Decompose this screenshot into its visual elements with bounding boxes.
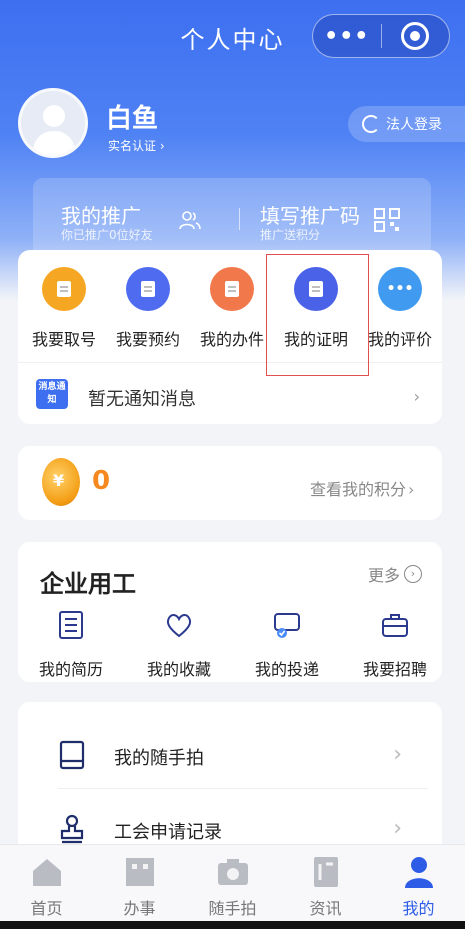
refresh-icon [362, 115, 380, 133]
ticket-icon [42, 267, 86, 311]
coin-icon: ¥ [42, 458, 80, 506]
user-name: 白鱼 [106, 104, 159, 134]
points-card: ¥ 0 查看我的积分 › [18, 446, 442, 520]
promotion-divider [239, 208, 240, 230]
list-item-label: 我的随手拍 [114, 748, 204, 769]
delivery-icon [274, 613, 300, 638]
coin-symbol: ¥ [53, 471, 65, 490]
heart-icon [166, 614, 192, 638]
chevron-right-icon: › [393, 742, 402, 767]
avatar-body-icon [33, 131, 75, 155]
tablet-icon [59, 740, 85, 770]
comment-icon: ••• [378, 267, 422, 311]
bottom-tab-bar: 首页 办事 随手拍 资讯 我的 [0, 844, 465, 929]
camera-icon [217, 859, 248, 885]
service-label: 我要预约 [115, 330, 180, 349]
enterprise-item-label: 我的收藏 [146, 660, 211, 679]
service-my-cases[interactable]: 我的办件 [190, 250, 274, 360]
message-notice-icon: 消息通知 [36, 379, 68, 409]
delivery-item[interactable]: 我的投递 [242, 610, 332, 680]
tab-label: 随手拍 [208, 899, 257, 918]
view-points-link[interactable]: 查看我的积分 [310, 476, 410, 504]
tab-home[interactable]: 首页 [0, 845, 93, 929]
tab-snapshot[interactable]: 随手拍 [186, 845, 279, 929]
services-card: 我要取号 我要预约 我的办件 我的证明 ••• 我的评价 消息通知 暂无通知消息… [18, 250, 442, 424]
notification-row[interactable]: 消息通知 暂无通知消息 › [18, 362, 442, 422]
home-icon [32, 859, 61, 886]
resume-item[interactable]: 我的简历 [26, 610, 116, 680]
my-promotion-title[interactable]: 我的推广 [61, 200, 141, 229]
stamp-icon [60, 814, 84, 844]
corporate-login-button[interactable]: 法人登录 [348, 106, 465, 142]
service-my-reviews[interactable]: ••• 我的评价 [358, 250, 442, 360]
office-icon [125, 858, 154, 886]
service-appointment[interactable]: 我要预约 [106, 250, 190, 360]
points-value: 0 [92, 466, 111, 496]
list-item-label: 工会申请记录 [114, 822, 222, 843]
service-label: 我要取号 [31, 330, 96, 349]
system-bottom-bar [0, 921, 465, 929]
tab-mine[interactable]: 我的 [372, 845, 465, 929]
enterprise-title: 企业用工 [40, 570, 136, 598]
enterprise-employment-card: 企业用工 更多 › 我的简历 我的收藏 我的投递 我要招聘 [18, 542, 442, 682]
enter-promo-code-title[interactable]: 填写推广码 [260, 200, 360, 229]
tab-label: 资讯 [309, 899, 342, 918]
service-label: 我的办件 [199, 330, 264, 349]
favorites-item[interactable]: 我的收藏 [134, 610, 224, 680]
my-promotion-subtitle: 你已推广0位好友 [61, 228, 153, 242]
calendar-icon [126, 267, 170, 311]
enter-promo-code-subtitle: 推广送积分 [260, 228, 321, 242]
briefcase-icon [382, 614, 408, 637]
chevron-right-icon: › [413, 387, 420, 406]
close-target-icon [401, 22, 430, 50]
resume-icon [59, 611, 83, 639]
my-snapshots-row[interactable]: 我的随手拍 › [18, 718, 442, 790]
notification-text: 暂无通知消息 [88, 389, 196, 410]
service-take-number[interactable]: 我要取号 [22, 250, 106, 360]
document-icon [210, 267, 254, 311]
recruitment-item[interactable]: 我要招聘 [350, 610, 440, 680]
tab-office[interactable]: 办事 [93, 845, 186, 929]
selection-highlight [266, 254, 369, 376]
enterprise-item-label: 我的简历 [38, 660, 103, 679]
more-link[interactable]: 更多 › [368, 562, 422, 586]
qr-code-icon[interactable] [374, 208, 400, 232]
enterprise-item-label: 我的投递 [254, 660, 319, 679]
more-dots-icon: ••• [324, 23, 370, 49]
avatar-head-icon [43, 105, 65, 127]
more-menu-button[interactable]: ••• [313, 14, 381, 58]
list-divider [58, 788, 428, 789]
promotion-card: 我的推广 你已推广0位好友 填写推广码 推广送积分 [33, 178, 431, 258]
tab-news[interactable]: 资讯 [279, 845, 372, 929]
profile-icon [404, 857, 433, 888]
close-button[interactable] [382, 14, 450, 58]
menu-list-card: 我的随手拍 › 工会申请记录 › [18, 702, 442, 862]
real-name-verify-link[interactable]: 实名认证 › [108, 137, 165, 154]
chevron-right-icon: › [408, 480, 415, 499]
corporate-login-label: 法人登录 [386, 117, 442, 133]
more-label: 更多 [367, 566, 400, 585]
avatar[interactable] [18, 88, 88, 158]
tab-label: 我的 [402, 899, 435, 918]
users-icon [179, 211, 201, 230]
chevron-right-icon: › [393, 816, 402, 841]
service-label: 我的评价 [367, 330, 432, 349]
news-icon [313, 857, 338, 887]
enterprise-item-label: 我要招聘 [362, 660, 427, 679]
tab-label: 首页 [30, 899, 63, 918]
tab-label: 办事 [123, 899, 156, 918]
mini-program-capsule: ••• [312, 14, 450, 58]
chevron-circle-icon: › [404, 565, 422, 583]
